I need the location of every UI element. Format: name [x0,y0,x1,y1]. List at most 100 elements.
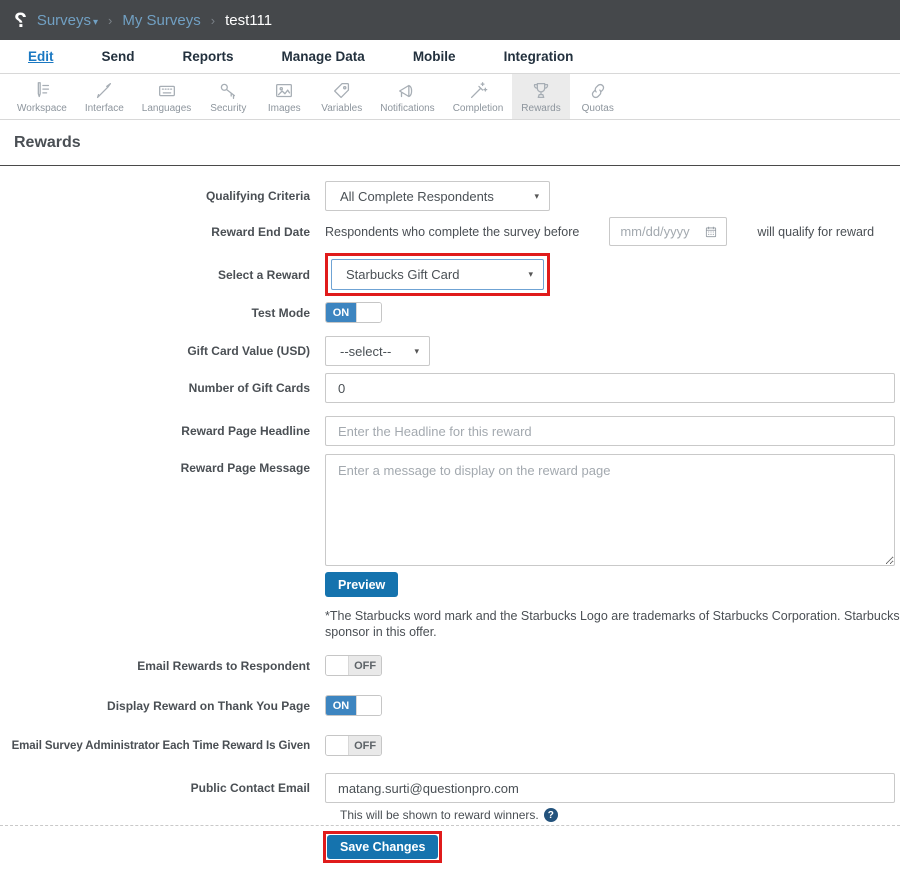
select-reward-label: Select a Reward [0,268,310,282]
toolbar-item-label: Security [210,103,246,114]
selected-value: --select-- [340,344,391,359]
toolbar-item-images[interactable]: Images [256,74,312,119]
reward-headline-label: Reward Page Headline [0,424,310,438]
row-gift-card-value: Gift Card Value (USD) --select-- ▾ [0,336,900,366]
note-text: This will be shown to reward winners. [340,808,539,822]
row-reward-headline: Reward Page Headline [0,416,900,446]
breadcrumb-surveys[interactable]: Surveys▾ [37,12,98,29]
select-caret-icon: ▾ [414,346,419,357]
email-rewards-toggle[interactable]: OFF [325,655,382,676]
breadcrumb-my-surveys[interactable]: My Surveys [122,12,200,29]
email-admin-label: Email Survey Administrator Each Time Rew… [0,740,310,752]
toolbar-item-workspace[interactable]: Workspace [8,74,76,119]
breadcrumb: Surveys▾ › My Surveys › test111 [37,12,272,29]
toolbar-item-variables[interactable]: Variables [312,74,371,119]
row-select-reward: Select a Reward Starbucks Gift Card ▾ [0,253,900,296]
preview-button[interactable]: Preview [325,572,398,597]
toggle-knob [326,736,349,755]
reward-message-textarea[interactable] [325,454,895,566]
end-date-input[interactable]: mm/dd/yyyy [609,217,727,246]
public-email-input[interactable] [325,773,895,803]
starbucks-disclaimer-text: *The Starbucks word mark and the Starbuc… [325,608,900,640]
toolbar-item-security[interactable]: Security [200,74,256,119]
row-reward-message: Reward Page Message [0,454,900,566]
date-placeholder: mm/dd/yyyy [620,224,689,239]
breadcrumb-separator: › [108,13,112,28]
row-reward-end-date: Reward End Date Respondents who complete… [0,217,900,246]
num-gift-cards-label: Number of Gift Cards [0,381,310,395]
interface-icon [92,80,116,102]
toolbar-item-label: Interface [85,103,124,114]
rewards-icon [529,80,553,102]
toggle-knob [356,696,381,715]
toggle-state-text: OFF [349,736,381,755]
breadcrumb-survey-name: test111 [225,12,272,29]
nav-manage-data[interactable]: Manage Data [282,49,365,64]
reward-headline-input[interactable] [325,416,895,446]
calendar-icon[interactable] [704,225,718,239]
num-gift-cards-input[interactable] [325,373,895,403]
end-date-suffix-text: will qualify for reward [757,225,874,239]
row-email-admin: Email Survey Administrator Each Time Rew… [0,735,900,756]
rewards-form: Qualifying Criteria All Complete Respond… [0,166,900,877]
chevron-down-icon: ▾ [93,17,98,28]
toolbar-item-notifications[interactable]: Notifications [371,74,443,119]
toggle-state-text: OFF [349,656,381,675]
toolbar-item-quotas[interactable]: Quotas [570,74,626,119]
top-bar: ? Surveys▾ › My Surveys › test111 [0,0,900,40]
help-icon[interactable]: ? [544,808,558,822]
selected-value: Starbucks Gift Card [346,267,459,282]
main-nav: Edit Send Reports Manage Data Mobile Int… [0,40,900,74]
nav-integration[interactable]: Integration [504,49,574,64]
toolbar-item-label: Images [268,103,301,114]
row-email-rewards: Email Rewards to Respondent OFF [0,655,900,676]
gift-card-value-label: Gift Card Value (USD) [0,344,310,358]
toolbar-item-label: Completion [453,103,504,114]
save-changes-button[interactable]: Save Changes [327,835,438,859]
toolbar-item-label: Rewards [521,103,560,114]
test-mode-label: Test Mode [0,306,310,320]
select-caret-icon: ▾ [534,191,539,202]
public-email-note: This will be shown to reward winners. ? [340,808,900,822]
questionpro-logo-icon[interactable]: ? [14,10,27,31]
email-rewards-label: Email Rewards to Respondent [0,659,310,673]
toolbar-item-completion[interactable]: Completion [444,74,513,119]
public-email-label: Public Contact Email [0,781,310,795]
end-date-prefix-text: Respondents who complete the survey befo… [325,225,579,239]
toolbar-item-languages[interactable]: Languages [133,74,201,119]
toggle-knob [326,656,349,675]
display-reward-toggle[interactable]: ON [325,695,382,716]
toolbar-item-rewards[interactable]: Rewards [512,74,569,119]
toolbar-item-label: Quotas [582,103,614,114]
select-reward-select[interactable]: Starbucks Gift Card ▾ [331,259,544,290]
toggle-state-text: ON [326,303,356,322]
annotation-highlight-box: Starbucks Gift Card ▾ [325,253,550,296]
images-icon [272,80,296,102]
toolbar-item-interface[interactable]: Interface [76,74,133,119]
nav-edit[interactable]: Edit [28,49,54,64]
nav-reports[interactable]: Reports [183,49,234,64]
row-test-mode: Test Mode ON [0,302,900,323]
completion-icon [466,80,490,102]
gift-card-value-select[interactable]: --select-- ▾ [325,336,430,366]
selected-value: All Complete Respondents [340,189,494,204]
row-display-reward: Display Reward on Thank You Page ON [0,695,900,716]
toolbar-item-label: Variables [321,103,362,114]
test-mode-toggle[interactable]: ON [325,302,382,323]
nav-mobile[interactable]: Mobile [413,49,456,64]
qualifying-criteria-select[interactable]: All Complete Respondents ▾ [325,181,550,211]
notifications-icon [395,80,419,102]
email-admin-toggle[interactable]: OFF [325,735,382,756]
nav-send[interactable]: Send [102,49,135,64]
variables-icon [330,80,354,102]
page-title: Rewards [14,134,886,152]
select-caret-icon: ▾ [528,269,533,280]
security-icon [216,80,240,102]
row-qualifying-criteria: Qualifying Criteria All Complete Respond… [0,181,900,211]
quotas-icon [586,80,610,102]
row-public-email: Public Contact Email [0,773,900,803]
languages-icon [155,80,179,102]
qualifying-criteria-label: Qualifying Criteria [0,189,310,203]
toolbar-item-label: Workspace [17,103,67,114]
edit-toolbar: Workspace Interface Languages Security I… [0,74,900,120]
